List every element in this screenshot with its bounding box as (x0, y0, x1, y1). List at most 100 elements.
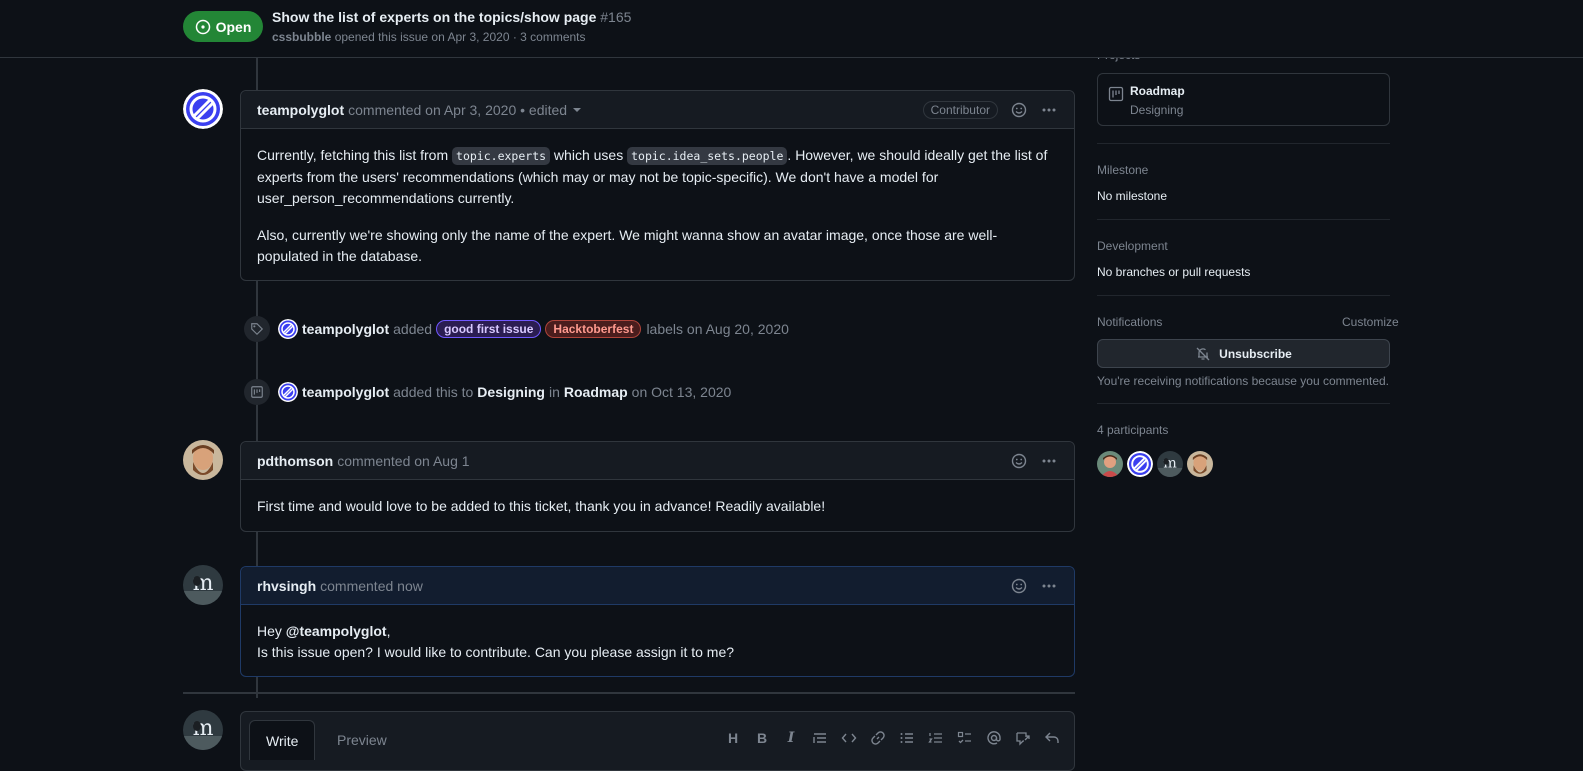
event-column: Designing (477, 384, 545, 400)
event-verb: added (393, 321, 433, 337)
comment-paragraph: First time and would love to be added to… (257, 498, 826, 514)
label-hacktoberfest[interactable]: Hacktoberfest (545, 320, 642, 338)
tasklist-icon[interactable] (957, 730, 973, 746)
smiley-icon[interactable] (1010, 577, 1028, 595)
timeline-event-project: teampolyglot added this to Designing in … (244, 379, 731, 405)
avatar-teampolyglot[interactable] (183, 89, 223, 129)
reply-icon[interactable] (1044, 730, 1060, 746)
comment-editor: Write Preview H B I (240, 711, 1075, 771)
markdown-toolbar: H B I (725, 730, 1060, 746)
customize-link[interactable]: Customize (1342, 315, 1399, 329)
comment-pdthomson: pdthomson commented on Aug 1 First time … (240, 441, 1075, 532)
inline-code: topic.experts (452, 147, 551, 165)
comment-author[interactable]: teampolyglot (257, 102, 344, 118)
participants-list: m (1097, 451, 1213, 477)
italic-icon[interactable]: I (783, 730, 799, 746)
issue-open-icon (195, 19, 210, 34)
comment-meta[interactable]: commented on Apr 3, 2020 • edited (348, 102, 567, 118)
mention-icon[interactable] (986, 730, 1002, 746)
project-card[interactable]: Roadmap Designing (1097, 73, 1390, 126)
kebab-horizontal-icon[interactable] (1040, 577, 1058, 595)
unordered-list-icon[interactable] (899, 730, 915, 746)
unsubscribe-label: Unsubscribe (1219, 346, 1292, 361)
avatar-pdthomson[interactable] (183, 440, 223, 480)
issue-meta: cssbubble opened this issue on Apr 3, 20… (272, 30, 586, 44)
issue-author-link[interactable]: cssbubble (272, 30, 331, 44)
tag-icon (244, 316, 270, 342)
inline-code: topic.idea_sets.people (627, 147, 788, 165)
issue-state-label: Open (215, 18, 252, 35)
comment-body: Currently, fetching this list from topic… (241, 129, 1074, 283)
issue-meta-text: opened this issue on Apr 3, 2020 · 3 com… (334, 30, 586, 44)
user-photo-icon: m (183, 565, 223, 605)
tab-write[interactable]: Write (249, 720, 316, 760)
event-verb: added this to (393, 384, 474, 400)
comment-header: rhvsingh commented now (241, 567, 1074, 605)
tab-preview[interactable]: Preview (321, 720, 403, 760)
project-column: Designing (1130, 103, 1184, 117)
notifications-heading: Notifications (1097, 315, 1163, 329)
quote-icon[interactable] (812, 730, 828, 746)
event-in: in (548, 384, 560, 400)
timeline-event-labels: teampolyglot added good first issue Hack… (244, 316, 789, 342)
issue-title: Show the list of experts on the topics/s… (272, 9, 631, 25)
sticky-header: Open Show the list of experts on the top… (0, 0, 1583, 58)
participants-heading: 4 participants (1097, 423, 1169, 437)
event-project-link[interactable]: Roadmap (564, 384, 628, 400)
comment-paragraph: Also, currently we're showing only the n… (257, 227, 998, 264)
unsubscribe-button[interactable]: Unsubscribe (1097, 339, 1390, 368)
sidebar-divider (1097, 295, 1390, 296)
comment-body: Hey @teampolyglot, Is this issue open? I … (241, 605, 1074, 679)
project-name[interactable]: Roadmap (1130, 84, 1185, 98)
kebab-horizontal-icon[interactable] (1040, 452, 1058, 470)
sidebar-divider (1097, 143, 1390, 144)
issue-number: #165 (600, 9, 632, 25)
comment-rhvsingh: rhvsingh commented now Hey @teampolyglot… (240, 566, 1075, 677)
avatar-rhvsingh[interactable]: m (183, 565, 223, 605)
comment-teampolyglot: teampolyglot commented on Apr 3, 2020 • … (240, 90, 1075, 281)
sidebar-divider (1097, 219, 1390, 220)
comment-header: pdthomson commented on Aug 1 (241, 442, 1074, 480)
comment-author[interactable]: pdthomson (257, 453, 333, 469)
comment-meta[interactable]: commented now (320, 578, 423, 594)
issue-title-text: Show the list of experts on the topics/s… (272, 9, 597, 25)
event-actor[interactable]: teampolyglot (302, 384, 389, 400)
event-tail: labels on Aug 20, 2020 (646, 321, 789, 337)
comment-header: teampolyglot commented on Apr 3, 2020 • … (241, 91, 1074, 129)
event-tail: on Oct 13, 2020 (631, 384, 732, 400)
bold-icon[interactable]: B (754, 730, 770, 746)
kebab-horizontal-icon[interactable] (1040, 101, 1058, 119)
label-good-first-issue[interactable]: good first issue (436, 320, 542, 338)
timeline-divider (183, 692, 1075, 694)
avatar-current-user[interactable]: m (183, 710, 223, 750)
participant-avatar[interactable]: m (1157, 451, 1183, 477)
smiley-icon[interactable] (1010, 452, 1028, 470)
event-actor[interactable]: teampolyglot (302, 321, 389, 337)
code-icon[interactable] (841, 730, 857, 746)
sidebar-divider (1097, 403, 1390, 404)
comment-paragraph: Hey @teampolyglot, Is this issue open? I … (257, 623, 735, 660)
heading-icon[interactable]: H (725, 730, 741, 746)
polyglot-logo-icon (183, 89, 223, 129)
chevron-down-icon[interactable] (573, 107, 582, 112)
comment-author[interactable]: rhvsingh (257, 578, 316, 594)
cross-reference-icon[interactable] (1015, 730, 1031, 746)
link-icon[interactable] (870, 730, 886, 746)
ordered-list-icon[interactable] (928, 730, 944, 746)
comment-meta[interactable]: commented on Aug 1 (337, 453, 469, 469)
project-icon (244, 379, 270, 405)
smiley-icon[interactable] (1010, 101, 1028, 119)
contributor-badge: Contributor (922, 101, 998, 119)
participant-avatar[interactable] (1187, 451, 1213, 477)
project-icon (1108, 86, 1124, 102)
mini-avatar-teampolyglot[interactable] (278, 382, 298, 402)
participant-avatar[interactable] (1097, 451, 1123, 477)
participant-avatar[interactable] (1127, 451, 1153, 477)
mini-avatar-teampolyglot[interactable] (278, 319, 298, 339)
milestone-heading[interactable]: Milestone (1097, 163, 1148, 177)
user-mention[interactable]: @teampolyglot (286, 623, 387, 639)
development-heading[interactable]: Development (1097, 239, 1168, 253)
bell-slash-icon (1196, 347, 1210, 360)
development-value: No branches or pull requests (1097, 265, 1251, 279)
milestone-value: No milestone (1097, 189, 1168, 203)
